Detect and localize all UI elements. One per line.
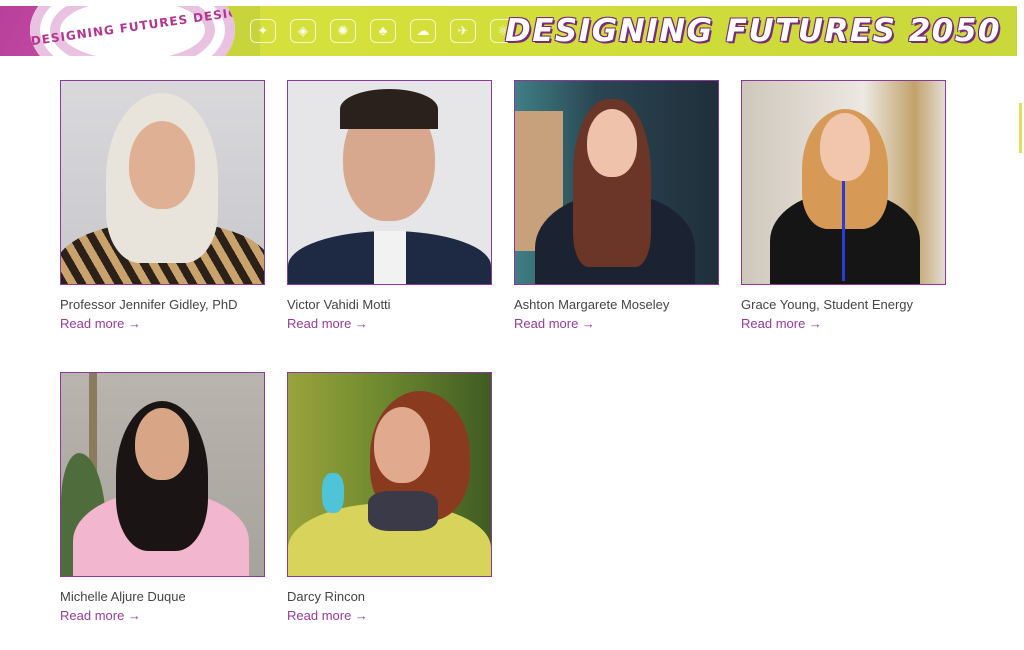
car-icon: ◈ bbox=[290, 19, 316, 43]
read-more-link[interactable]: Read more → bbox=[60, 608, 265, 623]
speaker-name: Ashton Margarete Moseley bbox=[514, 297, 670, 312]
speaker-card: Victor Vahidi Motti Read more → bbox=[287, 80, 492, 331]
banner-title: DESIGNING FUTURES 2050 bbox=[505, 13, 1001, 49]
plane-icon: ✈ bbox=[450, 19, 476, 43]
read-more-link[interactable]: Read more → bbox=[287, 316, 492, 331]
read-more-link[interactable]: Read more → bbox=[287, 608, 492, 623]
scroll-accent bbox=[1019, 103, 1022, 153]
bulb-icon: ✦ bbox=[250, 19, 276, 43]
read-more-link[interactable]: Read more → bbox=[741, 316, 946, 331]
speaker-card: Ashton Margarete Moseley Read more → bbox=[514, 80, 719, 331]
speaker-photo[interactable] bbox=[60, 80, 265, 285]
speaker-card: Grace Young, Student Energy Read more → bbox=[741, 80, 946, 331]
logo-swirl: DESIGNING FUTURES DESIGNING FUTURES bbox=[30, 6, 235, 56]
speaker-card: Michelle Aljure Duque Read more → bbox=[60, 372, 265, 623]
speaker-name: Victor Vahidi Motti bbox=[287, 297, 391, 312]
speaker-card: Professor Jennifer Gidley, PhD Read more… bbox=[60, 80, 265, 331]
speaker-photo[interactable] bbox=[287, 80, 492, 285]
read-more-link[interactable]: Read more → bbox=[60, 316, 265, 331]
speaker-name: Michelle Aljure Duque bbox=[60, 589, 186, 604]
swirl-text: DESIGNING FUTURES DESIGNING FUTURES bbox=[30, 6, 235, 49]
gear-icon: ✺ bbox=[330, 19, 356, 43]
header-banner: DESIGNING FUTURES DESIGNING FUTURES ✦ ◈ … bbox=[0, 6, 1017, 56]
speaker-photo[interactable] bbox=[60, 372, 265, 577]
cloud-icon: ☁ bbox=[410, 19, 436, 43]
speaker-photo[interactable] bbox=[514, 80, 719, 285]
speaker-name: Darcy Rincon bbox=[287, 589, 366, 604]
speaker-photo[interactable] bbox=[287, 372, 492, 577]
speaker-photo[interactable] bbox=[741, 80, 946, 285]
speaker-name: Professor Jennifer Gidley, PhD bbox=[60, 297, 238, 312]
read-more-link[interactable]: Read more → bbox=[514, 316, 719, 331]
speaker-name: Grace Young, Student Energy bbox=[741, 297, 914, 312]
speaker-card: Darcy Rincon Read more → bbox=[287, 372, 492, 623]
banner-icons: ✦ ◈ ✺ ♣ ☁ ✈ ⚛ bbox=[250, 18, 516, 44]
tree-icon: ♣ bbox=[370, 19, 396, 43]
